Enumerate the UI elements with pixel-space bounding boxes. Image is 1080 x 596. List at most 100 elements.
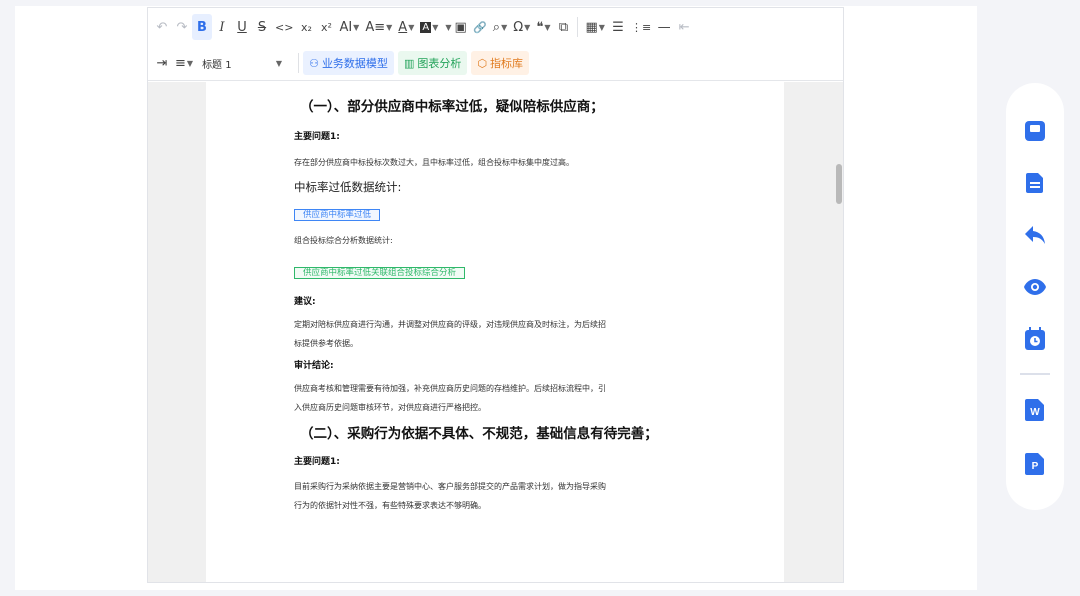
toolbar-row-2: ⇥ ≡ ▼ 标题 1 ▼ ⚇ 业务数据模型 ▥ 图表分析 ⬡ 指标库 bbox=[152, 46, 533, 80]
save-as-icon bbox=[1026, 173, 1043, 193]
vertical-scrollbar[interactable] bbox=[835, 82, 843, 582]
section-heading: （二）、采购行为依据不具体、不规范，基础信息有待完善； bbox=[300, 426, 658, 442]
outdent-button[interactable]: ⇤ bbox=[674, 14, 694, 40]
ordered-list-button[interactable]: ⋮≡ bbox=[628, 14, 654, 40]
indent-button[interactable]: ⇥ bbox=[152, 50, 172, 76]
return-icon bbox=[1025, 226, 1045, 244]
schedule-button[interactable] bbox=[1020, 324, 1050, 354]
insert-image-button[interactable]: ▼ ▣ bbox=[441, 14, 469, 40]
chart-icon: ▥ bbox=[403, 56, 415, 70]
undo-button[interactable]: ↶ bbox=[152, 14, 172, 40]
toolbar-divider bbox=[298, 53, 300, 73]
bold-button[interactable]: B bbox=[192, 14, 212, 40]
font-size-dropdown[interactable]: AI ▼ bbox=[336, 14, 362, 40]
toolbar-divider bbox=[577, 17, 579, 37]
link-button[interactable]: 🔗 bbox=[470, 14, 490, 40]
chart-analysis-button[interactable]: ▥ 图表分析 bbox=[397, 51, 468, 75]
paragraph: 定期对陪标供应商进行沟通，并调整对供应商的评级，对违规供应商及时标注，为后续招 bbox=[294, 320, 606, 329]
section-heading: （一）、部分供应商中标率过低，疑似陪标供应商； bbox=[300, 99, 604, 115]
image-icon: ▣ bbox=[454, 19, 467, 35]
paragraph: 目前采购行为采纳依据主要是营销中心、客户服务部提交的产品需求计划，做为指导采购 bbox=[294, 482, 606, 491]
indent-icon: ⇥ bbox=[156, 55, 168, 71]
align-dropdown[interactable]: ≡ ▼ bbox=[172, 50, 196, 76]
line-height-icon: A≡ bbox=[365, 19, 386, 35]
chevron-down-icon: ▼ bbox=[445, 22, 452, 32]
chevron-down-icon: ▼ bbox=[408, 22, 415, 32]
save-as-button[interactable] bbox=[1020, 168, 1050, 198]
paragraph: 组合投标综合分析数据统计: bbox=[294, 236, 393, 245]
ordered-list-icon: ⋮≡ bbox=[630, 20, 652, 34]
paragraph: 供应商考核和管理需要有待加强，补充供应商历史问题的存档维护。后续招标流程中，引 bbox=[294, 384, 606, 393]
horizontal-rule-button[interactable]: — bbox=[654, 14, 674, 40]
export-pdf-button[interactable]: P bbox=[1020, 449, 1050, 479]
redo-button[interactable]: ↷ bbox=[172, 14, 192, 40]
strikethrough-button[interactable]: S bbox=[252, 14, 272, 40]
toolbar-row-1: ↶ ↷ B I U S <> x₂ x² AI ▼ A≡ ▼ A ▼ A ▼ ▼ ▣ 🔗 … bbox=[152, 10, 694, 44]
sidebar-divider bbox=[1020, 373, 1050, 375]
paragraph: 行为的依据针对性不强，有些特殊要求表达不够明确。 bbox=[294, 501, 486, 510]
highlight-icon: A bbox=[420, 21, 432, 33]
template-button[interactable]: ⧉ bbox=[553, 14, 573, 40]
cube-icon: ⬡ bbox=[477, 56, 487, 70]
document-page[interactable]: （一）、部分供应商中标率过低，疑似陪标供应商； 主要问题1: 存在部分供应商中标… bbox=[206, 82, 784, 582]
chart-analysis-label: 图表分析 bbox=[417, 57, 462, 70]
outdent-icon: ⇤ bbox=[678, 19, 690, 35]
preview-icon bbox=[1024, 279, 1046, 295]
indicator-library-button[interactable]: ⬡ 指标库 bbox=[471, 51, 529, 75]
code-button[interactable]: <> bbox=[272, 14, 296, 40]
bullet-list-button[interactable]: ☰ bbox=[608, 14, 628, 40]
paragraph: 入供应商历史问题审核环节，对供应商进行严格把控。 bbox=[294, 403, 486, 412]
audit-conclusion-label: 审计结论: bbox=[294, 361, 334, 371]
background-color-dropdown[interactable]: A ▼ bbox=[417, 14, 441, 40]
chevron-down-icon: ▼ bbox=[353, 22, 360, 32]
link-icon: 🔗 bbox=[472, 20, 487, 34]
chevron-down-icon: ▼ bbox=[186, 58, 194, 68]
superscript-button[interactable]: x² bbox=[316, 14, 336, 40]
indicator-library-label: 指标库 bbox=[489, 57, 523, 70]
export-word-button[interactable]: W bbox=[1020, 395, 1050, 425]
underline-button[interactable]: U bbox=[232, 14, 252, 40]
chevron-down-icon: ▼ bbox=[432, 22, 439, 32]
template-icon: ⧉ bbox=[558, 19, 569, 35]
preview-button[interactable] bbox=[1020, 272, 1050, 302]
line-height-dropdown[interactable]: A≡ ▼ bbox=[362, 14, 395, 40]
quote-dropdown[interactable]: ❝ ▼ bbox=[533, 14, 553, 40]
special-char-dropdown[interactable]: Ω ▼ bbox=[510, 14, 533, 40]
horizontal-rule-icon: — bbox=[657, 19, 671, 35]
search-icon: ⌕ bbox=[492, 19, 501, 35]
save-button[interactable] bbox=[1020, 116, 1050, 146]
rich-text-editor: ↶ ↷ B I U S <> x₂ x² AI ▼ A≡ ▼ A ▼ A ▼ ▼ ▣ 🔗 … bbox=[147, 7, 844, 583]
embedded-chart-tag[interactable]: 供应商中标率过低关联组合投标综合分析 bbox=[294, 267, 466, 279]
chevron-down-icon: ▼ bbox=[275, 58, 283, 68]
embedded-chart-row: 供应商中标率过低关联组合投标综合分析 bbox=[294, 260, 696, 279]
paragraph: 标提供参考依据。 bbox=[294, 339, 358, 348]
return-button[interactable] bbox=[1020, 220, 1050, 250]
find-replace-dropdown[interactable]: ⌕ ▼ bbox=[490, 14, 510, 40]
export-pdf-icon: P bbox=[1025, 453, 1044, 475]
chevron-down-icon: ▼ bbox=[501, 22, 508, 32]
table-dropdown[interactable]: ▦ ▼ bbox=[582, 14, 607, 40]
export-word-icon: W bbox=[1025, 399, 1044, 421]
table-icon: ▦ bbox=[585, 19, 598, 35]
issue-label: 主要问题1: bbox=[294, 132, 340, 142]
font-color-dropdown[interactable]: A ▼ bbox=[395, 14, 417, 40]
paragraph: 存在部分供应商中标投标次数过大，且中标率过低，组合投标中标集中度过高。 bbox=[294, 158, 574, 167]
embedded-model-row: 供应商中标率过低 bbox=[294, 202, 696, 221]
business-data-model-button[interactable]: ⚇ 业务数据模型 bbox=[303, 51, 394, 75]
action-sidebar: W P bbox=[1006, 83, 1064, 510]
save-icon bbox=[1025, 121, 1045, 141]
omega-icon: Ω bbox=[513, 19, 524, 35]
font-color-icon: A bbox=[398, 19, 408, 35]
scrollbar-thumb[interactable] bbox=[836, 164, 842, 204]
document-canvas: （一）、部分供应商中标率过低，疑似陪标供应商； 主要问题1: 存在部分供应商中标… bbox=[148, 82, 843, 582]
subscript-button[interactable]: x₂ bbox=[296, 14, 316, 40]
quote-icon: ❝ bbox=[536, 19, 544, 35]
align-icon: ≡ bbox=[175, 55, 186, 71]
editor-toolbar: ↶ ↷ B I U S <> x₂ x² AI ▼ A≡ ▼ A ▼ A ▼ ▼ ▣ 🔗 … bbox=[148, 8, 843, 81]
chevron-down-icon: ▼ bbox=[598, 22, 605, 32]
embedded-data-model-tag[interactable]: 供应商中标率过低 bbox=[294, 209, 381, 221]
heading-select-value: 标题 1 bbox=[202, 59, 232, 71]
heading-select[interactable]: 标题 1 ▼ bbox=[196, 50, 288, 76]
italic-button[interactable]: I bbox=[212, 14, 232, 40]
svg-text:P: P bbox=[1032, 461, 1039, 472]
